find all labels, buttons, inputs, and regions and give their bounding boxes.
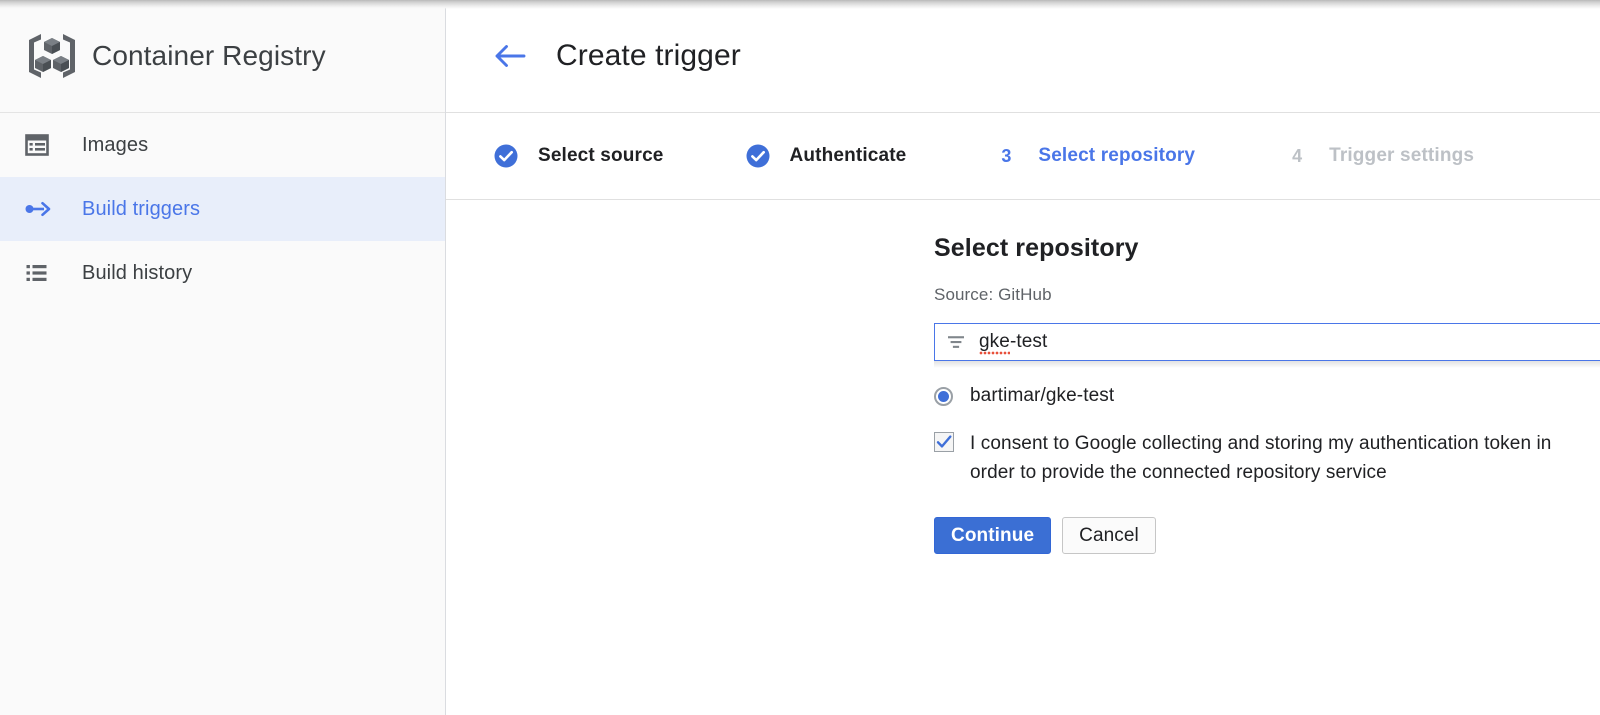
table-list-icon bbox=[24, 132, 68, 158]
bullet-list-icon bbox=[24, 260, 68, 286]
repository-radio-option[interactable]: bartimar/gke-test bbox=[934, 385, 1114, 407]
back-arrow-icon[interactable] bbox=[488, 34, 532, 78]
source-label: Source: GitHub bbox=[934, 285, 1600, 305]
form-actions: Continue Cancel bbox=[934, 517, 1600, 554]
section-title: Select repository bbox=[934, 234, 1600, 263]
checkbox-checked-icon bbox=[934, 432, 954, 452]
sidebar-nav: Images Build triggers bbox=[0, 113, 445, 305]
step-number: 4 bbox=[1283, 142, 1311, 170]
step-select-source[interactable]: Select source bbox=[492, 113, 664, 199]
page-header: Create trigger bbox=[446, 0, 1600, 113]
app-root: Container Registry Images bbox=[0, 0, 1600, 715]
sidebar-item-images[interactable]: Images bbox=[0, 113, 445, 177]
repository-filter: gke-test bbox=[934, 323, 1600, 368]
select-repository-form: Select repository Source: GitHub gke-tes… bbox=[446, 200, 1600, 554]
repository-filter-input[interactable]: gke-test bbox=[934, 323, 1600, 361]
filter-dropdown-shadow bbox=[934, 361, 1600, 368]
filter-value-misspelled: gke bbox=[979, 331, 1010, 355]
step-label: Authenticate bbox=[790, 145, 907, 167]
repository-filter-value: gke-test bbox=[979, 331, 1047, 353]
filter-icon bbox=[946, 332, 966, 352]
container-registry-logo-icon bbox=[22, 26, 82, 86]
step-label: Select repository bbox=[1038, 145, 1195, 167]
main-content: Create trigger Select source bbox=[446, 0, 1600, 715]
sidebar-item-label: Build history bbox=[82, 262, 192, 285]
sidebar: Container Registry Images bbox=[0, 0, 446, 715]
step-number: 3 bbox=[992, 142, 1020, 170]
check-circle-icon bbox=[744, 142, 772, 170]
sidebar-item-label: Build triggers bbox=[82, 198, 200, 221]
cancel-button[interactable]: Cancel bbox=[1062, 517, 1156, 554]
step-label: Select source bbox=[538, 145, 664, 167]
sidebar-item-build-triggers[interactable]: Build triggers bbox=[0, 177, 445, 241]
repository-option-label: bartimar/gke-test bbox=[970, 385, 1114, 407]
step-trigger-settings[interactable]: 4 Trigger settings bbox=[1283, 113, 1474, 199]
radio-selected-icon bbox=[934, 387, 953, 406]
sidebar-item-label: Images bbox=[82, 134, 148, 157]
sidebar-item-build-history[interactable]: Build history bbox=[0, 241, 445, 305]
check-circle-icon bbox=[492, 142, 520, 170]
step-select-repository[interactable]: 3 Select repository bbox=[992, 113, 1195, 199]
step-authenticate[interactable]: Authenticate bbox=[744, 113, 907, 199]
filter-value-rest: -test bbox=[1010, 331, 1047, 352]
brand-title: Container Registry bbox=[92, 40, 326, 72]
continue-button[interactable]: Continue bbox=[934, 517, 1051, 554]
step-label: Trigger settings bbox=[1329, 145, 1474, 167]
consent-label: I consent to Google collecting and stori… bbox=[970, 429, 1600, 487]
sidebar-brand[interactable]: Container Registry bbox=[0, 0, 445, 113]
consent-checkbox-row[interactable]: I consent to Google collecting and stori… bbox=[934, 429, 1600, 487]
page-title: Create trigger bbox=[556, 39, 741, 73]
stepper: Select source Authenticate 3 Select repo… bbox=[446, 113, 1600, 200]
arrow-trigger-icon bbox=[24, 196, 68, 222]
